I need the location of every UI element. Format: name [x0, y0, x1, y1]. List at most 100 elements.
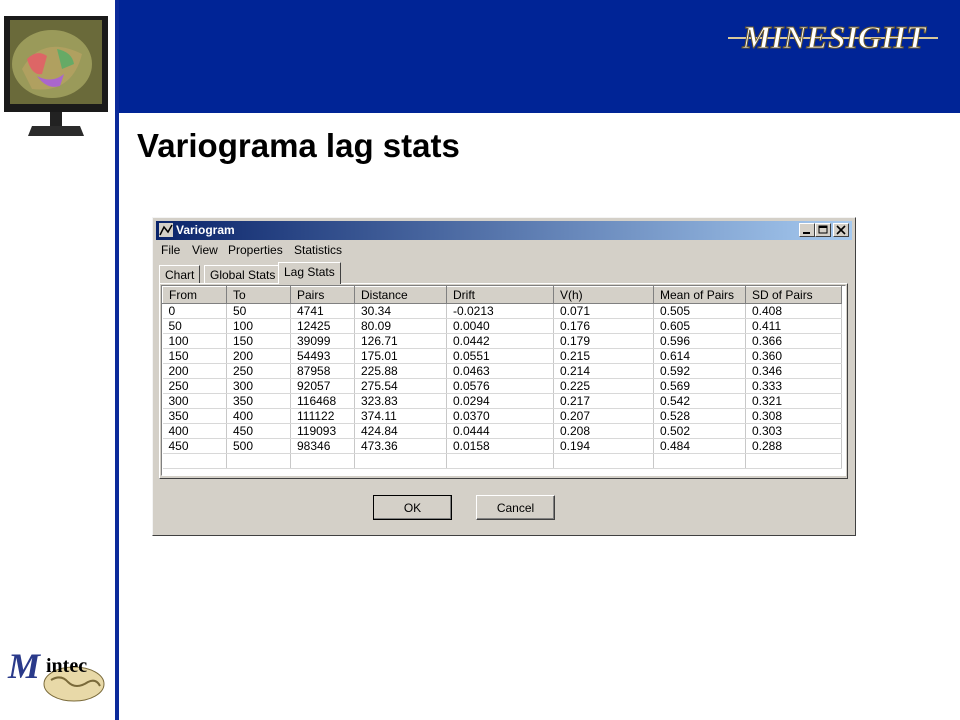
table-cell: 0.605 — [653, 318, 746, 334]
table-cell: 0.0040 — [446, 318, 554, 334]
menu-properties[interactable]: Properties — [228, 243, 283, 257]
table-cell: 0.346 — [745, 363, 842, 379]
svg-text:M: M — [7, 646, 42, 686]
table-row[interactable] — [162, 453, 842, 469]
table-cell: -0.0213 — [446, 303, 554, 319]
table-cell: 0.0444 — [446, 423, 554, 439]
window-titlebar[interactable]: Variogram — [156, 221, 852, 240]
maximize-button[interactable] — [815, 223, 831, 237]
table-cell: 0.0551 — [446, 348, 554, 364]
table-cell — [354, 453, 447, 469]
variogram-app-icon — [159, 223, 173, 237]
table-cell: 300 — [162, 393, 227, 409]
left-divider — [115, 0, 119, 720]
table-cell: 0.308 — [745, 408, 842, 424]
menu-statistics[interactable]: Statistics — [294, 243, 342, 257]
table-cell: 225.88 — [354, 363, 447, 379]
table-row[interactable]: 350 400 111122 374.11 0.0370 0.207 0.528 0.308 — [162, 408, 842, 424]
menu-file[interactable]: File — [161, 243, 180, 257]
table-cell: 4741 — [290, 303, 355, 319]
table-cell: 0.502 — [653, 423, 746, 439]
brand-logo: MINESIGHT — [728, 19, 938, 56]
tab-lag-stats[interactable]: Lag Stats — [278, 262, 341, 284]
column-header[interactable]: Drift — [446, 286, 554, 304]
column-header[interactable]: Distance — [354, 286, 447, 304]
table-cell: 0.614 — [653, 348, 746, 364]
table-row[interactable]: 0 50 4741 30.34 -0.0213 0.071 0.505 0.408 — [162, 303, 842, 319]
table-cell: 150 — [162, 348, 227, 364]
column-header[interactable]: Pairs — [290, 286, 355, 304]
table-cell: 500 — [226, 438, 291, 454]
table-row[interactable]: 200 250 87958 225.88 0.0463 0.214 0.592 0.346 — [162, 363, 842, 379]
table-cell: 0.303 — [745, 423, 842, 439]
table-cell: 0.528 — [653, 408, 746, 424]
table-cell: 0.194 — [553, 438, 654, 454]
table-cell: 100 — [226, 318, 291, 334]
table-cell: 0.176 — [553, 318, 654, 334]
tab-chart[interactable]: Chart — [159, 265, 201, 284]
table-cell: 200 — [226, 348, 291, 364]
menu-view[interactable]: View — [192, 243, 218, 257]
table-cell: 50 — [162, 318, 227, 334]
table-cell: 400 — [226, 408, 291, 424]
table-cell: 0.0463 — [446, 363, 554, 379]
table-cell: 0.542 — [653, 393, 746, 409]
table-cell: 87958 — [290, 363, 355, 379]
table-cell — [745, 453, 842, 469]
table-cell: 0.484 — [653, 438, 746, 454]
table-cell: 275.54 — [354, 378, 447, 394]
table-cell: 450 — [226, 423, 291, 439]
close-button[interactable] — [833, 223, 849, 237]
table-row[interactable]: 50 100 12425 80.09 0.0040 0.176 0.605 0.411 — [162, 318, 842, 334]
table-cell: 0.0158 — [446, 438, 554, 454]
svg-text:MINESIGHT: MINESIGHT — [741, 19, 927, 55]
table-cell: 323.83 — [354, 393, 447, 409]
table-cell: 100 — [162, 333, 227, 349]
table-cell: 400 — [162, 423, 227, 439]
column-header[interactable]: Mean of Pairs — [653, 286, 746, 304]
lag-stats-grid[interactable]: From To Pairs Distance Drift V(h) Mean of Pair… — [161, 285, 846, 476]
table-cell: 39099 — [290, 333, 355, 349]
table-cell — [290, 453, 355, 469]
variogram-window: Variogram File View Properties Statistic… — [152, 217, 856, 536]
table-cell: 0.596 — [653, 333, 746, 349]
table-cell: 0.288 — [745, 438, 842, 454]
table-row[interactable]: 450 500 98346 473.36 0.0158 0.194 0.484 0.288 — [162, 438, 842, 454]
table-cell: 126.71 — [354, 333, 447, 349]
column-header[interactable]: V(h) — [553, 286, 654, 304]
table-row[interactable]: 150 200 54493 175.01 0.0551 0.215 0.614 0.360 — [162, 348, 842, 364]
table-cell: 0.179 — [553, 333, 654, 349]
table-cell: 450 — [162, 438, 227, 454]
minimize-icon — [803, 232, 810, 234]
minimize-button[interactable] — [799, 223, 815, 237]
table-cell: 175.01 — [354, 348, 447, 364]
table-row[interactable]: 100 150 39099 126.71 0.0442 0.179 0.596 0.366 — [162, 333, 842, 349]
tab-global-stats[interactable]: Global Stats — [204, 265, 282, 284]
table-cell: 250 — [162, 378, 227, 394]
column-header[interactable]: From — [162, 286, 227, 304]
slide-title: Variograma lag stats — [137, 127, 460, 164]
cancel-button[interactable]: Cancel — [476, 495, 555, 520]
table-cell — [653, 453, 746, 469]
table-cell: 92057 — [290, 378, 355, 394]
monitor-illustration — [4, 16, 108, 136]
column-header[interactable]: To — [226, 286, 291, 304]
table-row[interactable]: 400 450 119093 424.84 0.0444 0.208 0.502 0.303 — [162, 423, 842, 439]
table-cell: 30.34 — [354, 303, 447, 319]
svg-text:intec: intec — [46, 655, 87, 677]
table-cell — [553, 453, 654, 469]
table-cell: 150 — [226, 333, 291, 349]
table-cell: 12425 — [290, 318, 355, 334]
table-cell: 300 — [226, 378, 291, 394]
table-cell: 374.11 — [354, 408, 447, 424]
table-header-row: From To Pairs Distance Drift V(h) Mean of Pair… — [162, 286, 842, 304]
column-header[interactable]: SD of Pairs — [745, 286, 842, 304]
ok-button[interactable]: OK — [373, 495, 452, 520]
table-row[interactable]: 250 300 92057 275.54 0.0576 0.225 0.569 0.333 — [162, 378, 842, 394]
table-cell: 0.207 — [553, 408, 654, 424]
table-cell: 473.36 — [354, 438, 447, 454]
maximize-icon — [818, 225, 828, 234]
table-cell: 0.0370 — [446, 408, 554, 424]
table-cell: 0.411 — [745, 318, 842, 334]
table-row[interactable]: 300 350 116468 323.83 0.0294 0.217 0.542 0.321 — [162, 393, 842, 409]
